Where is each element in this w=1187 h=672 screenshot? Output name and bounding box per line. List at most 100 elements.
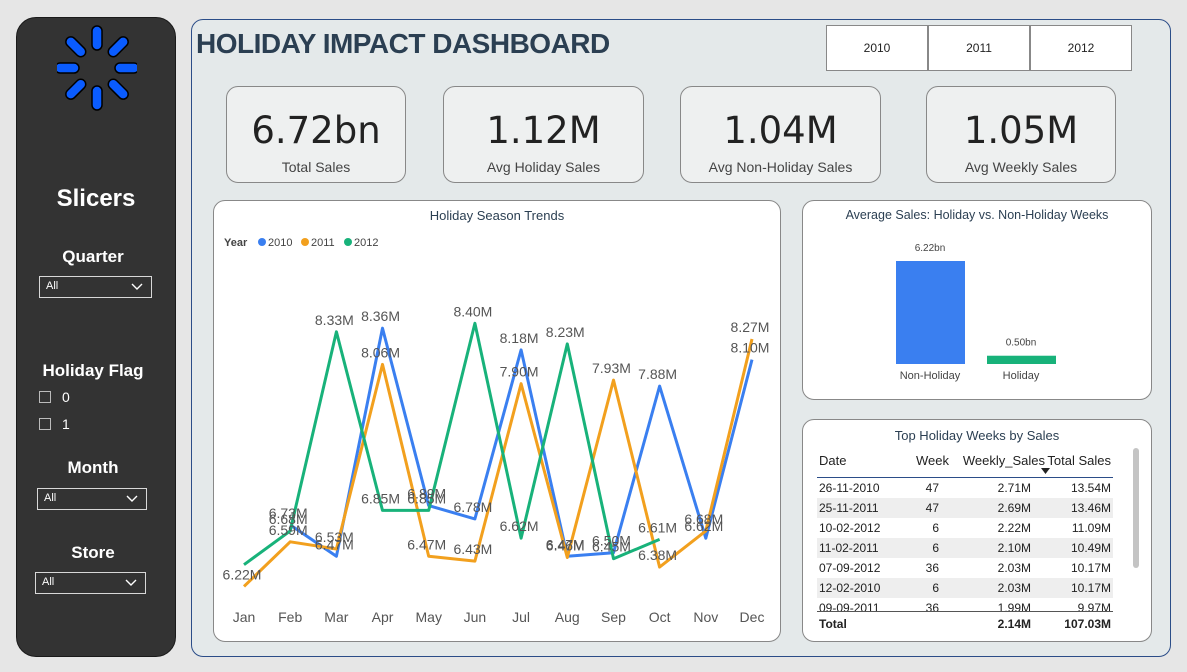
data-label: 6.78M xyxy=(453,499,492,515)
kpi-value: 6.72bn xyxy=(251,109,381,152)
cell-week: 47 xyxy=(925,501,939,515)
cell-date: 25-11-2011 xyxy=(819,501,879,515)
kpi-value: 1.04M xyxy=(723,109,838,152)
kpi-card-avg-holiday-sales: 1.12M Avg Holiday Sales xyxy=(443,86,644,183)
column-header-date[interactable]: Date xyxy=(819,453,846,468)
cell-date: 12-02-2010 xyxy=(819,581,881,595)
x-tick-label: Sep xyxy=(601,609,626,625)
data-label: 6.53M xyxy=(315,529,354,545)
data-label: 7.93M xyxy=(592,360,631,376)
cell-week: 6 xyxy=(932,521,939,535)
cell-total-sales: 10.17M xyxy=(1070,561,1111,575)
data-label: 8.18M xyxy=(500,330,539,346)
table-row[interactable]: 07-09-2012 36 2.03M 10.17M xyxy=(817,558,1113,579)
holiday-vs-nonholiday-chart: Average Sales: Holiday vs. Non-Holiday W… xyxy=(802,200,1152,400)
data-label: 6.68M xyxy=(684,511,723,527)
quarter-dropdown[interactable]: All xyxy=(39,276,152,298)
data-label: 6.47M xyxy=(407,536,446,552)
spinner-segment xyxy=(65,78,87,100)
cell-week: 6 xyxy=(932,541,939,555)
table-row[interactable]: 10-02-2012 6 2.22M 11.09M xyxy=(817,518,1113,539)
year-filter-2011-button[interactable]: 2011 xyxy=(928,25,1030,71)
cell-total-sales: 9.97M xyxy=(1077,601,1111,611)
x-tick-label: May xyxy=(416,609,442,625)
holiday-flag-checkbox-0[interactable] xyxy=(39,391,51,403)
table-title: Top Holiday Weeks by Sales xyxy=(894,428,1060,443)
spinner-segment xyxy=(57,62,80,74)
cell-total-sales: 11.09M xyxy=(1071,521,1111,535)
data-label: 6.68M xyxy=(269,511,308,527)
legend-item-2012[interactable]: 2012 xyxy=(354,237,378,249)
cell-date: 09-09-2011 xyxy=(819,601,880,611)
x-tick-label: Apr xyxy=(372,609,394,625)
kpi-card-avg-weekly-sales: 1.05M Avg Weekly Sales xyxy=(926,86,1116,183)
cell-weekly-sales: 2.22M xyxy=(997,521,1031,535)
total-divider xyxy=(817,611,1113,612)
cell-weekly-sales: 1.99M xyxy=(997,601,1031,611)
cell-date: 07-09-2012 xyxy=(819,561,881,575)
data-label: 6.43M xyxy=(453,541,492,557)
spinner-segment xyxy=(114,62,137,74)
line-chart-svg: Year 2010 2011 2012 Jan Feb Mar Apr May Jun Jul Aug… xyxy=(223,237,770,625)
legend-title: Year xyxy=(224,237,248,249)
table-header-row: Date Week Weekly_Sales Total Sales xyxy=(817,450,1113,470)
chevron-down-icon xyxy=(125,579,137,586)
column-header-weekly-sales[interactable]: Weekly_Sales xyxy=(951,453,1045,468)
kpi-label: Avg Weekly Sales xyxy=(964,159,1078,175)
month-dropdown[interactable]: All xyxy=(37,488,147,510)
holiday-season-trends-chart: Holiday Season Trends Year 2010 2011 2012 Ja… xyxy=(213,200,781,642)
cell-weekly-sales: 2.03M xyxy=(997,561,1031,575)
table-row[interactable]: 11-02-2011 6 2.10M 10.49M xyxy=(817,538,1113,559)
data-label: 6.22M xyxy=(223,566,262,582)
x-tick-label: Dec xyxy=(740,609,765,625)
cell-week: 47 xyxy=(925,481,939,495)
cell-total-sales: 10.17M xyxy=(1070,581,1111,595)
data-label: 8.36M xyxy=(361,308,400,324)
legend-marker-2010 xyxy=(258,238,266,246)
holiday-flag-option-1: 1 xyxy=(62,416,70,432)
table-row[interactable]: 12-02-2010 6 2.03M 10.17M xyxy=(817,578,1113,599)
kpi-label: Total Sales xyxy=(281,159,351,175)
total-weekly-sales: 2.14M xyxy=(997,617,1031,631)
year-filter-2010-button[interactable]: 2010 xyxy=(826,25,928,71)
kpi-value: 1.12M xyxy=(486,109,601,152)
table-scrollbar[interactable] xyxy=(1133,448,1139,568)
holiday-flag-checkbox-1[interactable] xyxy=(39,418,51,430)
year-filter-2012-button[interactable]: 2012 xyxy=(1030,25,1132,71)
bar-holiday[interactable] xyxy=(987,355,1056,364)
legend-marker-2011 xyxy=(301,238,309,246)
spinner-segment xyxy=(107,36,129,58)
data-label: 8.40M xyxy=(453,303,492,319)
total-total-sales: 107.03M xyxy=(1064,617,1111,631)
data-label: 8.10M xyxy=(731,340,770,356)
store-dropdown[interactable]: All xyxy=(35,572,146,594)
kpi-value: 1.05M xyxy=(963,109,1079,152)
cell-date: 10-02-2012 xyxy=(819,521,881,535)
x-tick-label: Feb xyxy=(278,609,302,625)
bar-category-label: Holiday xyxy=(1003,370,1040,382)
table-row[interactable]: 25-11-2011 47 2.69M 13.46M xyxy=(817,498,1113,519)
data-label: 6.85M xyxy=(361,490,400,506)
column-header-total-sales[interactable]: Total Sales xyxy=(1041,453,1111,468)
legend-item-2010[interactable]: 2010 xyxy=(268,237,292,249)
spinner-segment xyxy=(65,36,87,58)
cell-week: 6 xyxy=(932,581,939,595)
sort-descending-icon xyxy=(1041,468,1050,474)
kpi-label: Avg Non-Holiday Sales xyxy=(708,159,853,175)
table-body[interactable]: 26-11-2010 47 2.71M 13.54M 25-11-2011 47 2.69M… xyxy=(803,478,1123,611)
quarter-label: Quarter xyxy=(62,247,124,266)
loading-spinner-logo-icon xyxy=(57,25,137,111)
top-holiday-weeks-table: Top Holiday Weeks by Sales Date Week Wee… xyxy=(802,419,1152,642)
dashboard-title: HOLIDAY IMPACT DASHBOARD xyxy=(196,28,610,59)
bar-non-holiday[interactable] xyxy=(896,261,965,364)
cell-week: 36 xyxy=(925,601,939,611)
bar-value-label: 0.50bn xyxy=(1006,338,1037,349)
cell-total-sales: 13.46M xyxy=(1070,501,1111,515)
table-row[interactable]: 09-09-2011 36 1.99M 9.97M xyxy=(817,598,1113,611)
month-dropdown-value: All xyxy=(44,492,57,504)
bar-value-label: 6.22bn xyxy=(915,243,946,254)
column-header-week[interactable]: Week xyxy=(905,453,949,468)
legend-item-2011[interactable]: 2011 xyxy=(311,237,335,249)
slicer-sidebar: Slicers Quarter All Holiday Flag 0 1 Mon… xyxy=(16,17,176,657)
table-row[interactable]: 26-11-2010 47 2.71M 13.54M xyxy=(817,478,1113,499)
